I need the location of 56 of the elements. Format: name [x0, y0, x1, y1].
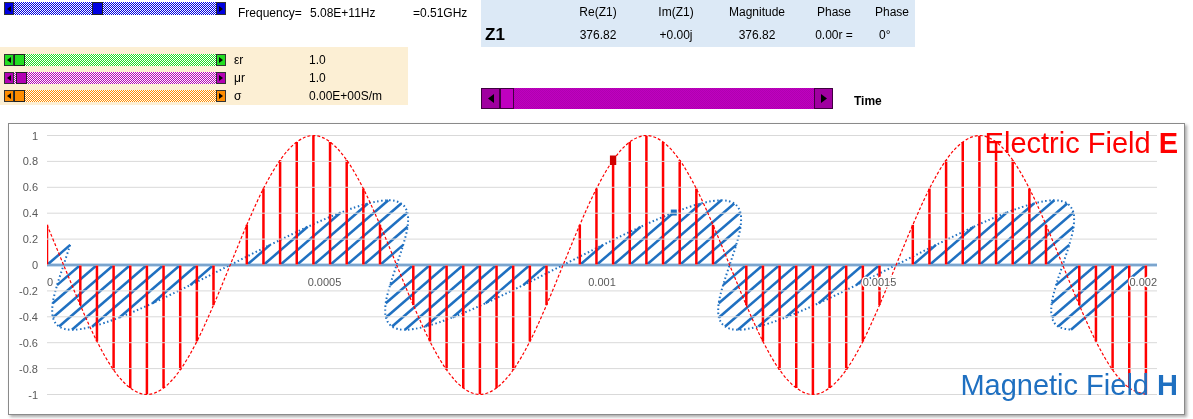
column-header: Phase: [874, 4, 910, 19]
frequency-value: 5.08E+11Hz: [310, 6, 377, 20]
y-axis-label: -0.2: [19, 284, 38, 297]
column-header: Magnitude: [727, 4, 786, 19]
x-axis-label: 0.0005: [307, 276, 342, 288]
parameter-symbol: εr: [234, 53, 245, 67]
arrow-left-icon: [7, 5, 11, 12]
y-axis-label: -0.6: [19, 336, 38, 349]
column-header: Phase: [816, 4, 852, 19]
y-axis-label: -1: [28, 388, 38, 401]
table-cell-text: 0°: [878, 28, 892, 42]
slider-thumb[interactable]: [15, 72, 27, 84]
arrow-right-icon: [219, 57, 223, 63]
arrow-left-icon: [7, 93, 11, 99]
y-axis-label: 0.2: [22, 233, 38, 246]
arrow-right-icon: [219, 93, 223, 99]
legend-label: Electric Field E: [984, 128, 1178, 160]
row-label: Z1: [484, 25, 506, 45]
y-axis-label: 0.8: [22, 155, 38, 168]
scroll-right-button[interactable]: [216, 54, 226, 66]
y-axis-label: -0.4: [19, 310, 38, 323]
arrow-left-icon: [7, 75, 11, 81]
arrow-right-icon: [820, 94, 827, 103]
y-axis-label: 0.6: [22, 181, 38, 194]
table-cell-text: 0.00r =: [814, 28, 854, 42]
time-label: Time: [854, 94, 882, 108]
parameter-value: 1.0: [309, 71, 326, 85]
table-cell-text: 376.82: [578, 28, 618, 42]
arrow-right-icon: [219, 75, 223, 81]
x-axis-label: 0.001: [588, 276, 616, 288]
arrow-left-icon: [487, 94, 494, 103]
frequency-label: Frequency=: [238, 6, 303, 20]
marker: █: [610, 155, 617, 165]
y-axis-label: 1: [31, 129, 38, 142]
x-axis-label: 0: [47, 276, 54, 288]
parameter-value: 0.00E+00S/m: [309, 89, 383, 103]
scroll-right-button[interactable]: [216, 90, 226, 102]
table-cell-text: 376.82: [737, 28, 777, 42]
scroll-left-button[interactable]: [4, 90, 14, 102]
y-axis-label: 0.4: [22, 207, 38, 220]
arrow-left-icon: [7, 57, 11, 63]
scroll-left-button[interactable]: [4, 54, 14, 66]
slider-thumb[interactable]: [500, 88, 514, 109]
slider-thumb[interactable]: [14, 54, 25, 66]
column-header: Im(Z1): [657, 4, 695, 19]
parameter-value: 1.0: [309, 53, 326, 67]
frequency-ghz-value: =0.51GHz: [413, 6, 468, 20]
parameter-symbol: μr: [234, 71, 246, 85]
y-axis-label: -0.8: [19, 362, 38, 375]
table-cell-text: +0.00j: [658, 28, 694, 42]
slider-thumb[interactable]: [14, 90, 25, 102]
column-header: Re(Z1): [578, 4, 618, 19]
arrow-right-icon: [219, 5, 223, 12]
slider-thumb[interactable]: [92, 2, 104, 15]
parameter-symbol: σ: [234, 89, 243, 103]
y-axis-label: 0: [31, 259, 38, 271]
